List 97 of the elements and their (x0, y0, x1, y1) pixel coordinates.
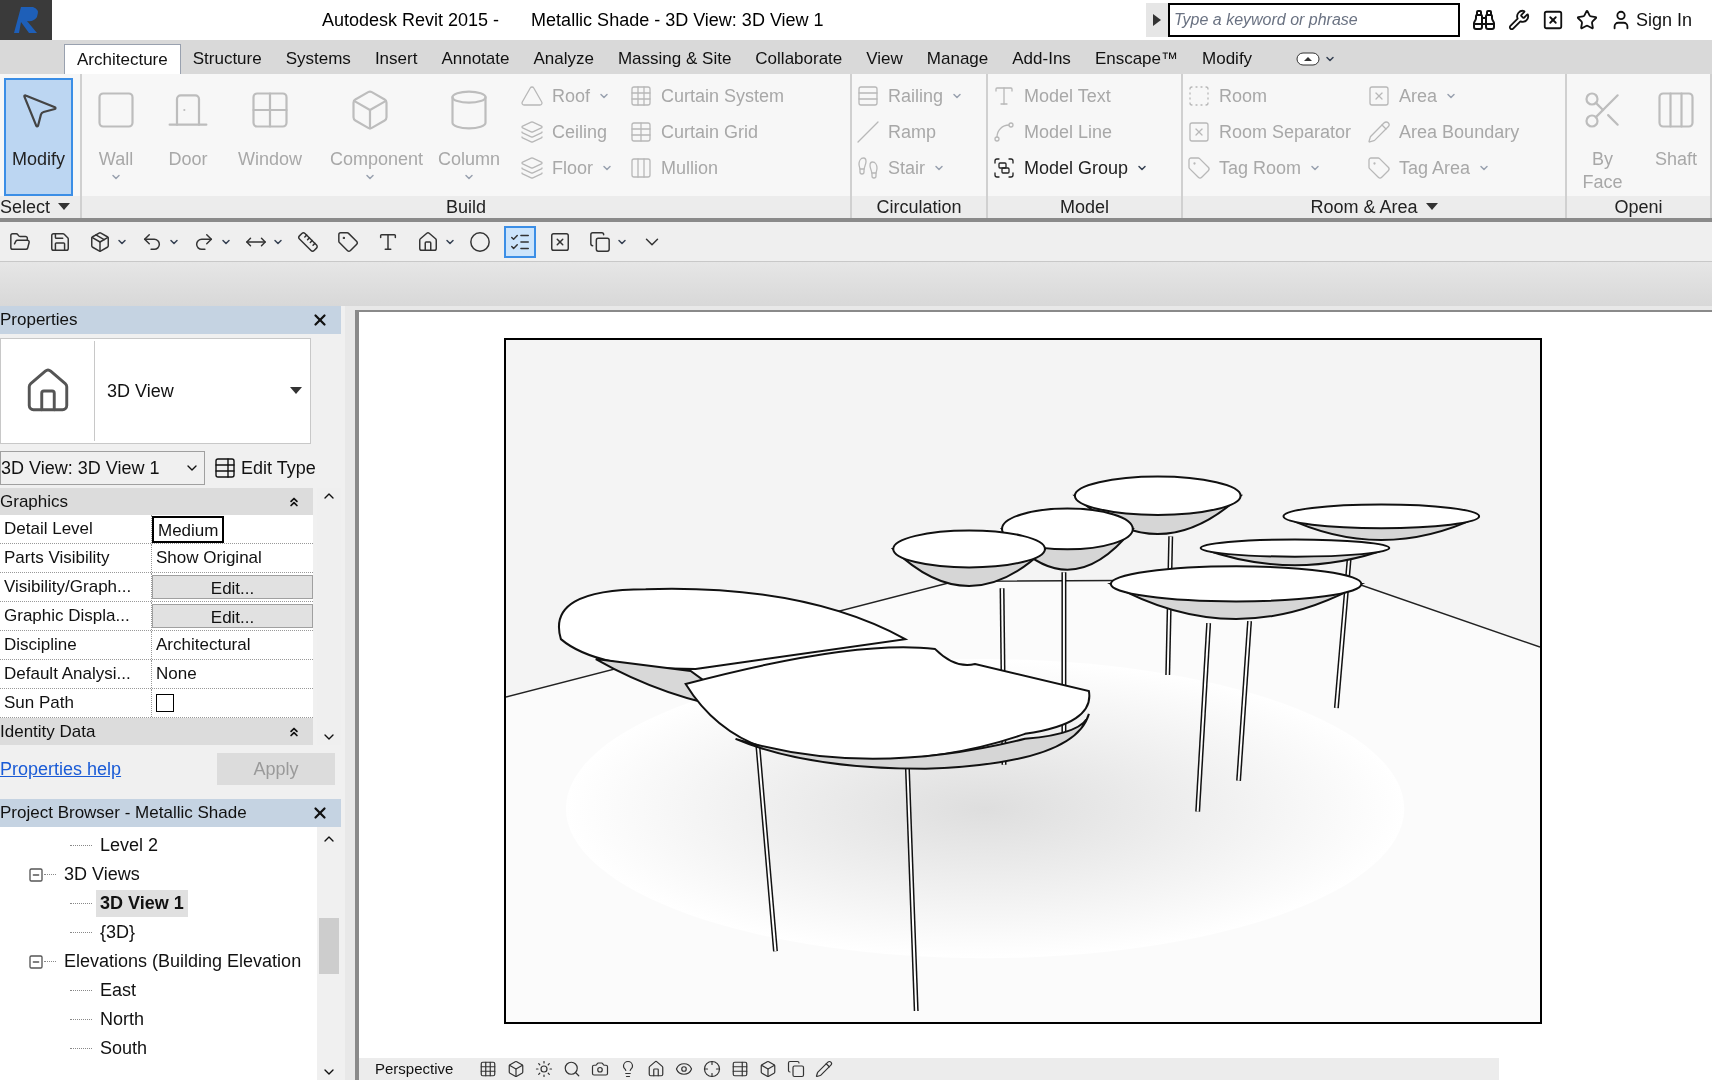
ribbon-tab[interactable]: Systems (273, 44, 363, 74)
tree-item[interactable]: South (96, 1035, 152, 1062)
scroll-thumb[interactable] (319, 917, 339, 974)
camera-icon[interactable] (591, 1060, 610, 1078)
panel-title: Project Browser - Metallic Shade (0, 802, 247, 825)
ribbon-tab[interactable]: Enscape™ (1082, 44, 1191, 74)
ribbon-tab[interactable]: Insert (362, 44, 430, 74)
wrench-icon[interactable] (1507, 9, 1530, 31)
ribbon-button[interactable]: Model Group (992, 150, 1153, 186)
tree-item[interactable]: Elevations (Building Elevation (60, 948, 306, 975)
group-header: Graphics (0, 490, 69, 513)
properties-help-link[interactable]: Properties help (0, 755, 122, 783)
edit-button[interactable]: Edit... (152, 575, 314, 599)
ribbon-tab[interactable]: Analyze (521, 44, 606, 74)
view-mode-label: Perspective (375, 1058, 454, 1079)
panel-label: Circulation (852, 196, 986, 218)
save-icon (49, 230, 71, 253)
sign-in-button[interactable]: Sign In (1609, 6, 1692, 34)
panel-label: Openi (1567, 196, 1710, 218)
edit-type-button[interactable]: Edit Type (213, 454, 316, 482)
ribbon-tab[interactable]: Annotate (429, 44, 522, 74)
text-icon (992, 84, 1016, 108)
eye-icon[interactable] (675, 1060, 694, 1078)
ribbon-tab[interactable]: View (854, 44, 915, 74)
close-icon[interactable] (1541, 9, 1564, 31)
pencil-icon[interactable] (815, 1060, 834, 1078)
star-icon[interactable] (1575, 9, 1598, 31)
ribbon-tab[interactable]: Add-Ins (1000, 44, 1083, 74)
house-icon[interactable] (647, 1060, 666, 1078)
ribbon-tab[interactable]: Massing & Site (605, 44, 744, 74)
scrollbar[interactable] (317, 827, 341, 1080)
tree-item[interactable]: Level 2 (96, 832, 163, 859)
tree-item[interactable]: North (96, 1006, 148, 1033)
edit-type-icon (213, 456, 237, 480)
house-icon (417, 230, 439, 253)
panel-label[interactable]: Select (0, 196, 80, 218)
minimize-ribbon-icon (1296, 52, 1321, 66)
group-icon (992, 156, 1016, 180)
target-icon[interactable] (703, 1060, 722, 1078)
triangle-icon (1152, 14, 1161, 26)
tree-item[interactable]: 3D Views (60, 861, 144, 888)
close-icon[interactable] (311, 804, 329, 822)
toolbar-button[interactable] (504, 225, 536, 258)
property-name: Parts Visibility (0, 544, 152, 572)
search-field[interactable]: Type a keyword or phrase (1167, 3, 1460, 37)
panel-label: Build (82, 196, 850, 218)
group-header: Identity Data (0, 720, 96, 743)
tag-icon (1367, 156, 1392, 180)
area-icon (1367, 84, 1392, 108)
ribbon-tab[interactable]: Architecture (64, 44, 181, 74)
property-value: Architectural (155, 634, 252, 657)
copy-icon[interactable] (787, 1060, 806, 1078)
tag-icon (337, 230, 359, 253)
caret-icon (1425, 203, 1438, 211)
value-field[interactable]: Medium (152, 515, 225, 543)
property-name: Default Analysi... (0, 660, 152, 688)
expand-toggle[interactable] (28, 866, 44, 883)
ribbon-tab[interactable]: Structure (180, 44, 274, 74)
tree-item[interactable]: East (96, 977, 141, 1004)
line-icon (992, 120, 1016, 144)
search-expand-button[interactable] (1145, 3, 1168, 37)
close-icon[interactable] (311, 311, 329, 329)
edit-button[interactable]: Edit... (152, 604, 314, 628)
expand-toggle[interactable] (28, 953, 44, 970)
property-name: Sun Path (0, 689, 152, 717)
tag-icon (1187, 156, 1211, 180)
close-windows-icon (549, 230, 571, 253)
panel-label[interactable]: Room & Area (1183, 196, 1565, 218)
table-icon[interactable] (731, 1060, 750, 1078)
ribbon-tab[interactable]: Manage (914, 44, 1001, 74)
panel-label: Model (988, 196, 1181, 218)
roof-icon (520, 84, 545, 108)
window-title: Autodesk Revit 2015 - (322, 8, 500, 32)
zoom-icon[interactable] (563, 1060, 582, 1078)
open-icon (9, 230, 31, 253)
property-value: Show Original (155, 547, 263, 570)
document-title: Metallic Shade - 3D View: 3D View 1 (531, 8, 824, 32)
caret-icon (58, 203, 71, 211)
checkbox[interactable] (156, 694, 174, 712)
switch-windows-icon (589, 230, 611, 253)
logo-icon (11, 5, 41, 35)
ribbon-button[interactable]: Modify (4, 78, 73, 196)
sun-icon[interactable] (535, 1060, 554, 1078)
ribbon-tab[interactable]: Modify (1190, 44, 1265, 74)
circle-icon (469, 230, 491, 253)
cube-icon[interactable] (759, 1060, 778, 1078)
property-name: Discipline (0, 631, 152, 659)
dropdown-icon[interactable] (290, 387, 302, 395)
binoculars-icon[interactable] (1471, 8, 1496, 32)
instance-selector[interactable]: 3D View: 3D View 1 (0, 451, 205, 485)
tree-item[interactable]: {3D} (96, 919, 140, 946)
type-name: 3D View (107, 379, 174, 403)
sync-icon (89, 230, 111, 253)
property-value: None (155, 663, 198, 686)
ribbon-tab[interactable]: Collaborate (743, 44, 855, 74)
tree-item[interactable]: 3D View 1 (96, 890, 188, 917)
panel-title: Properties (0, 309, 78, 332)
